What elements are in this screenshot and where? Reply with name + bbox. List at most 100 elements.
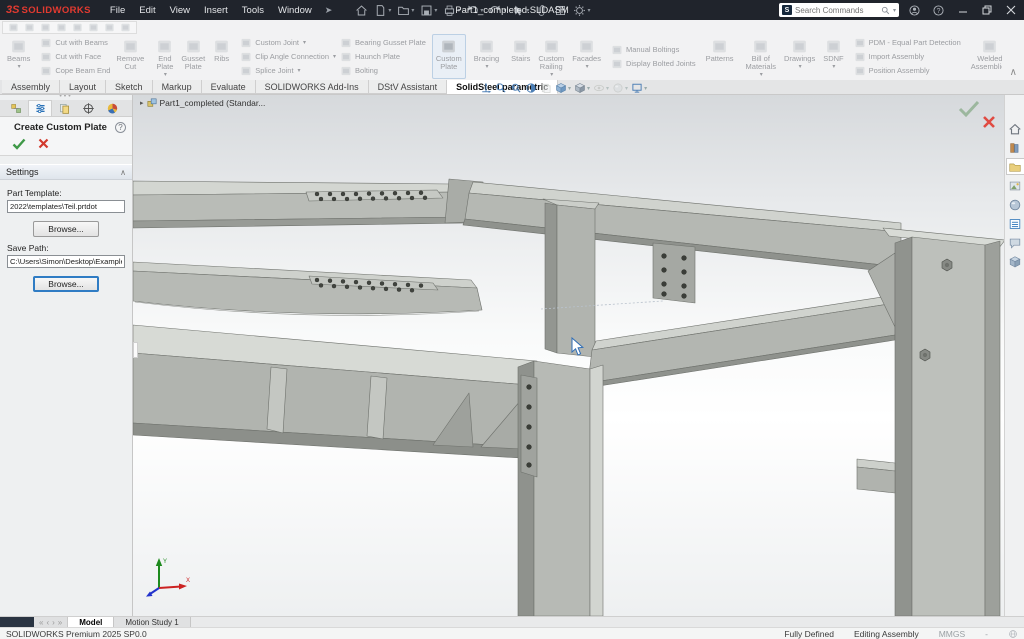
- ribbon-button-gusset-plate[interactable]: Gusset Plate: [177, 34, 209, 79]
- search-dropdown-icon[interactable]: ▾: [893, 7, 896, 14]
- user-account-icon[interactable]: [906, 3, 923, 17]
- appearances-icon[interactable]: ▾: [612, 82, 628, 94]
- ribbon-button-ribs[interactable]: Ribs: [209, 34, 234, 79]
- menu-edit[interactable]: Edit: [132, 2, 162, 19]
- markup-annotation-tool-3-icon[interactable]: [40, 22, 51, 33]
- markup-annotation-tool-4-icon[interactable]: [56, 22, 67, 33]
- flyout-label[interactable]: Part1_completed (Standar...: [160, 98, 266, 108]
- ribbon-button-beams[interactable]: Beams▾: [3, 34, 34, 79]
- part-template-field[interactable]: [7, 200, 125, 213]
- ribbon-button-bolting[interactable]: Bolting: [340, 64, 426, 77]
- propertymanager-tab[interactable]: [28, 100, 52, 116]
- tab-solidworks-add-ins[interactable]: SOLIDWORKS Add-Ins: [256, 80, 369, 94]
- resources-home-icon[interactable]: [1006, 120, 1024, 137]
- ok-button[interactable]: [12, 138, 26, 150]
- ribbon-button-bill-of-materials[interactable]: Bill of Materials▾: [742, 34, 780, 79]
- ribbon-button-cope-beam-end[interactable]: Cope Beam End: [40, 64, 110, 77]
- zoom-to-fit-icon[interactable]: [480, 82, 492, 94]
- graphics-viewport[interactable]: ▸ Part1_completed (Standar...: [133, 95, 1004, 616]
- ribbon-button-end-plate[interactable]: End Plate▾: [152, 34, 177, 79]
- search-commands-box[interactable]: S ▾: [779, 3, 899, 17]
- ribbon-button-stairs[interactable]: Stairs: [507, 34, 534, 79]
- ribbon-button-drawings[interactable]: Drawings▾: [780, 34, 819, 79]
- 3d-content-icon[interactable]: [1006, 253, 1024, 270]
- zoom-to-area-icon[interactable]: [495, 82, 507, 94]
- save-path-field[interactable]: [7, 255, 125, 268]
- configurationmanager-tab[interactable]: [52, 100, 76, 116]
- featuremanager-tab[interactable]: [4, 100, 28, 116]
- feature-tree-flyout[interactable]: ▸ Part1_completed (Standar...: [140, 98, 265, 108]
- ribbon-button-remove-cut[interactable]: Remove Cut: [112, 34, 148, 79]
- ribbon-button-custom-plate[interactable]: Custom Plate: [432, 34, 466, 79]
- qa-open-icon[interactable]: ▾: [396, 3, 415, 18]
- qa-new-document-icon[interactable]: ▾: [373, 3, 392, 18]
- search-icon[interactable]: [881, 6, 890, 15]
- tab-navigation-buttons[interactable]: «‹›»: [34, 617, 68, 627]
- section-view-icon[interactable]: [525, 82, 537, 94]
- view-settings-icon[interactable]: ▾: [631, 82, 647, 94]
- minimize-button[interactable]: [954, 3, 971, 17]
- tab-sketch[interactable]: Sketch: [106, 80, 153, 94]
- ribbon-button-custom-joint[interactable]: Custom Joint▾: [240, 36, 336, 49]
- browse-template-button[interactable]: Browse...: [33, 221, 99, 237]
- ribbon-button-position-assembly[interactable]: Position Assembly: [854, 64, 961, 77]
- annotations-icon[interactable]: [540, 82, 552, 94]
- search-input[interactable]: [795, 6, 878, 15]
- qa-home-icon[interactable]: [354, 3, 369, 18]
- design-library-icon[interactable]: [1006, 139, 1024, 156]
- ribbon-button-bracing[interactable]: Bracing▾: [470, 34, 503, 79]
- ribbon-button-import-assembly[interactable]: Import Assembly: [854, 50, 961, 63]
- browse-save-button[interactable]: Browse...: [33, 276, 99, 292]
- tab-splitter[interactable]: [0, 617, 34, 627]
- settings-group-header[interactable]: Settings ∧: [0, 164, 132, 180]
- previous-view-icon[interactable]: [510, 82, 522, 94]
- tab-nav-button[interactable]: ‹: [46, 618, 49, 627]
- collapse-group-icon[interactable]: ∧: [120, 168, 126, 177]
- displaymanager-tab[interactable]: [100, 100, 124, 116]
- ribbon-button-sdnf[interactable]: SDNF▾: [819, 34, 847, 79]
- tab-nav-button[interactable]: »: [58, 618, 62, 627]
- ribbon-button-cut-with-face[interactable]: Cut with Face: [40, 50, 110, 63]
- markup-annotation-tool-1-icon[interactable]: [8, 22, 19, 33]
- model-tab-motion-study-1[interactable]: Motion Study 1: [114, 617, 190, 627]
- restore-button[interactable]: [978, 3, 995, 17]
- ribbon-button-manual-boltings[interactable]: Manual Boltings: [611, 43, 696, 56]
- qa-save-icon[interactable]: ▾: [419, 3, 438, 18]
- ribbon-button-cut-with-beams[interactable]: Cut with Beams: [40, 36, 110, 49]
- ribbon-button-haunch-plate[interactable]: Haunch Plate: [340, 50, 426, 63]
- ribbon-button-clip-angle-connection[interactable]: Clip Angle Connection▾: [240, 50, 336, 63]
- close-button[interactable]: [1002, 3, 1019, 17]
- tab-nav-button[interactable]: ›: [52, 618, 55, 627]
- ribbon-button-welded-assemblies[interactable]: Welded Assemblies: [967, 34, 1002, 79]
- ribbon-button-pdm-equal-part-detection[interactable]: PDM - Equal Part Detection: [854, 36, 961, 49]
- tab-dstv-assistant[interactable]: DStV Assistant: [369, 80, 448, 94]
- help-icon[interactable]: ?: [930, 3, 947, 17]
- hide-show-items-icon[interactable]: ▾: [593, 82, 609, 94]
- confirmation-corner[interactable]: [958, 99, 998, 133]
- markup-annotation-tool-7-icon[interactable]: [104, 22, 115, 33]
- qa-options-icon[interactable]: ▾: [572, 3, 591, 18]
- custom-properties-icon[interactable]: [1006, 215, 1024, 232]
- markup-annotation-tool-2-icon[interactable]: [24, 22, 35, 33]
- cancel-button[interactable]: [38, 138, 49, 150]
- tab-evaluate[interactable]: Evaluate: [202, 80, 256, 94]
- menu-view[interactable]: View: [163, 2, 197, 19]
- display-style-icon[interactable]: ▾: [574, 82, 590, 94]
- ribbon-button-custom-railing[interactable]: Custom Railing▾: [534, 34, 568, 79]
- model-tab-model[interactable]: Model: [68, 617, 114, 627]
- menu-tools[interactable]: Tools: [235, 2, 271, 19]
- appearances-scenes-icon[interactable]: [1006, 196, 1024, 213]
- ribbon-button-display-bolted-joints[interactable]: Display Bolted Joints: [611, 57, 696, 70]
- ribbon-button-patterns[interactable]: Patterns: [702, 34, 738, 79]
- forum-icon[interactable]: [1006, 234, 1024, 251]
- view-palette-icon[interactable]: [1006, 177, 1024, 194]
- ribbon-button-bearing-gusset-plate[interactable]: Bearing Gusset Plate: [340, 36, 426, 49]
- status-mmgs[interactable]: MMGS: [939, 629, 965, 639]
- ribbon-button-splice-joint[interactable]: Splice Joint▾: [240, 64, 336, 77]
- view-orientation-icon[interactable]: ▾: [555, 82, 571, 94]
- markup-annotation-tool-6-icon[interactable]: [88, 22, 99, 33]
- status-globe-icon[interactable]: [1008, 629, 1018, 639]
- tab-nav-button[interactable]: «: [39, 618, 43, 627]
- menu-window[interactable]: Window: [271, 2, 319, 19]
- menu-insert[interactable]: Insert: [197, 2, 235, 19]
